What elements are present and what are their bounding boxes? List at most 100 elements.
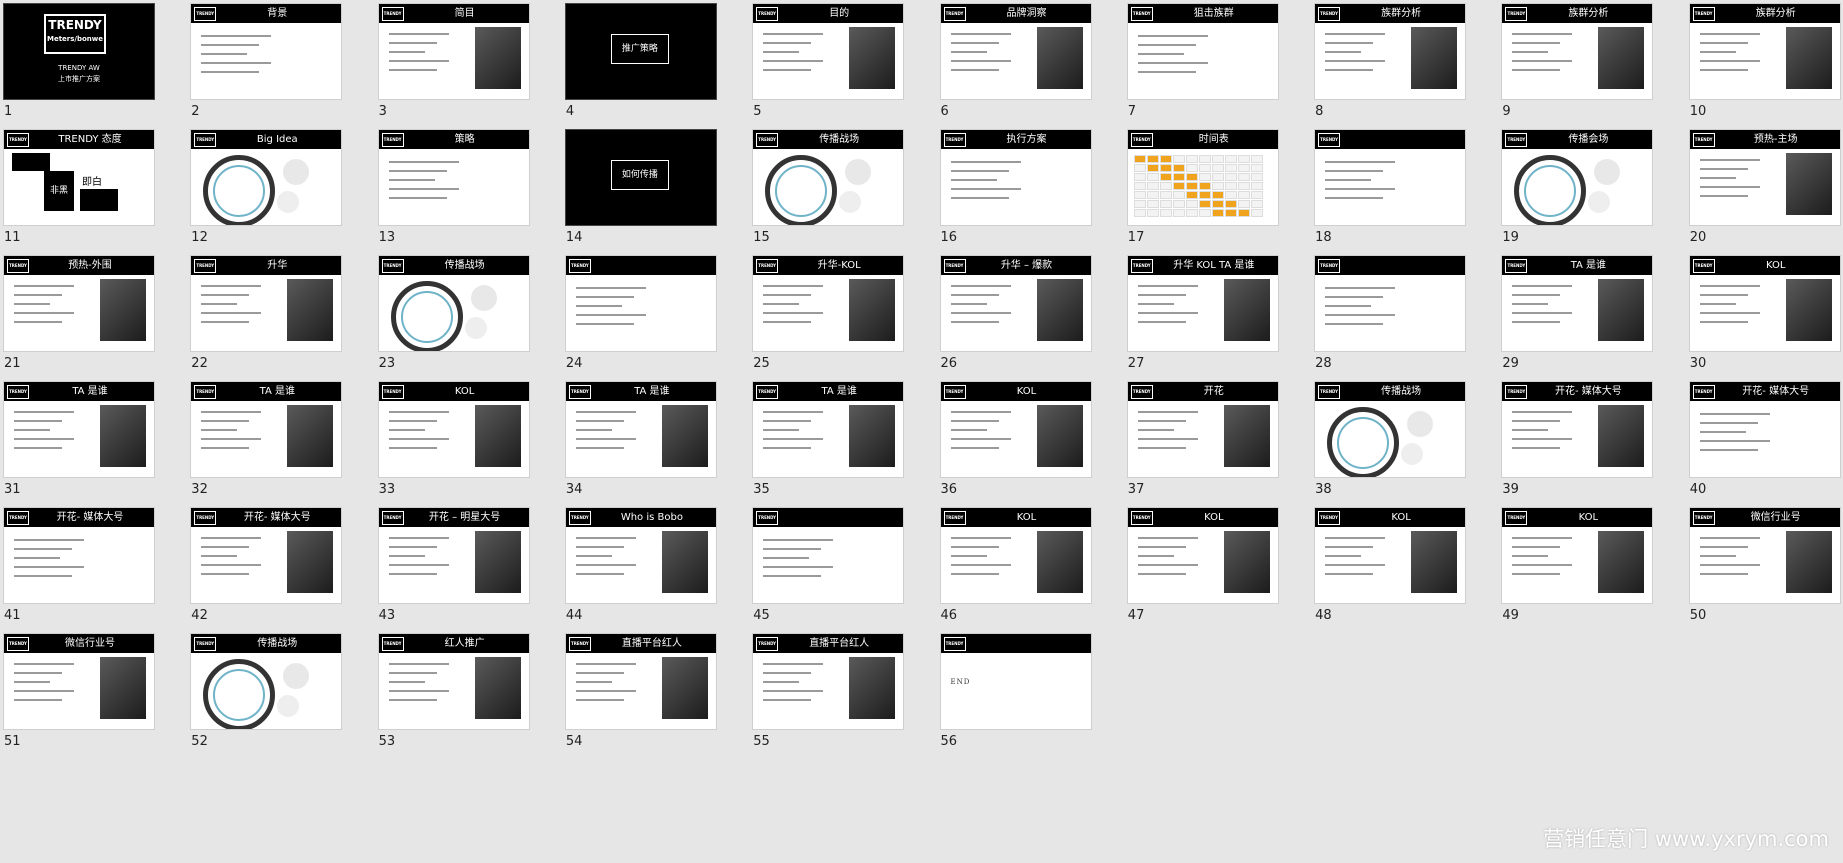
slide-thumbnail-cell: TRENDY 红人推广 53 xyxy=(375,630,562,778)
text-line xyxy=(1137,537,1198,539)
text-line xyxy=(1137,546,1186,548)
slide-thumbnail[interactable]: TRENDY TA 是谁 xyxy=(1502,256,1653,351)
text-line xyxy=(950,411,1011,413)
text-line xyxy=(1699,195,1748,197)
slide-thumbnail[interactable]: TRENDY xyxy=(565,256,716,351)
slide-thumbnail[interactable]: TRENDY 传播战场 xyxy=(378,256,529,351)
slide-thumbnail[interactable]: TRENDY 升华 KOL TA 是谁 xyxy=(1127,256,1278,351)
slide-thumbnail[interactable]: TRENDY KOL xyxy=(940,508,1091,603)
slide-thumbnail[interactable]: TRENDY KOL xyxy=(1689,256,1840,351)
slide-thumbnail[interactable]: TRENDY 开花 – 明星大号 xyxy=(378,508,529,603)
photo-placeholder xyxy=(287,531,334,593)
text-line xyxy=(388,33,449,35)
slide-title: 预热-主场 xyxy=(1753,134,1798,145)
slide-thumbnail[interactable]: 如何传播 xyxy=(565,130,716,225)
slide-thumbnail[interactable]: TRENDY 直播平台红人 xyxy=(753,634,904,729)
slide-thumbnail[interactable]: TRENDY 开花- 媒体大号 xyxy=(1502,382,1653,477)
schedule-cell xyxy=(1224,191,1237,199)
slide-thumbnail[interactable]: TRENDY xyxy=(753,508,904,603)
slide-thumbnail[interactable]: TRENDY Big Idea xyxy=(191,130,342,225)
slide-thumbnail[interactable]: TRENDY TA 是谁 xyxy=(191,382,342,477)
slide-thumbnail[interactable]: TRENDY 简目 xyxy=(378,4,529,99)
slide-thumbnail[interactable]: TRENDY KOL xyxy=(1315,508,1466,603)
slide-thumbnail[interactable]: TRENDY 传播战场 xyxy=(753,130,904,225)
trendy-logo: TRENDY xyxy=(1130,385,1153,399)
slide-thumbnail[interactable]: TRENDY 微信行业号 xyxy=(1689,508,1840,603)
text-line xyxy=(1137,53,1184,55)
slide-thumbnail[interactable]: TRENDY TA 是谁 xyxy=(753,382,904,477)
text-line xyxy=(201,71,260,73)
slide-thumbnail[interactable]: TRENDY 品牌洞察 xyxy=(940,4,1091,99)
slide-thumbnail[interactable]: TRENDY 执行方案 xyxy=(940,130,1091,225)
slide-body xyxy=(1690,401,1840,477)
text-line xyxy=(1512,33,1573,35)
text-line xyxy=(1699,440,1770,442)
schedule-cell xyxy=(1185,173,1198,181)
slide-thumbnail[interactable]: TRENDY Who is Bobo xyxy=(565,508,716,603)
photo-placeholder xyxy=(287,279,334,341)
schedule-cell xyxy=(1133,173,1146,181)
trendy-logo: TRENDY Meters/bonwe xyxy=(44,14,106,54)
schedule-cell xyxy=(1224,164,1237,172)
slide-thumbnail[interactable]: TRENDY 族群分析 xyxy=(1502,4,1653,99)
slide-number: 8 xyxy=(1315,104,1324,119)
slide-thumbnail[interactable]: TRENDY KOL xyxy=(378,382,529,477)
slide-thumbnail[interactable]: TRENDY 目的 xyxy=(753,4,904,99)
slide-thumbnail[interactable]: TRENDY TA 是谁 xyxy=(565,382,716,477)
photo-placeholder xyxy=(849,279,896,341)
text-line xyxy=(575,699,624,701)
text-line xyxy=(950,69,999,71)
text-line xyxy=(14,557,60,559)
slide-thumbnail[interactable]: TRENDY 背景 xyxy=(191,4,342,99)
slide-thumbnail[interactable]: TRENDY 开花- 媒体大号 xyxy=(4,508,154,603)
slide-thumbnail[interactable]: TRENDY 策略 xyxy=(378,130,529,225)
slide-thumbnail[interactable]: TRENDY 开花- 媒体大号 xyxy=(191,508,342,603)
slide-thumbnail[interactable]: TRENDY 开花 xyxy=(1127,382,1278,477)
text-line xyxy=(388,447,437,449)
schedule-cell xyxy=(1198,155,1211,163)
slide-thumbnail[interactable]: TRENDY 传播会场 xyxy=(1502,130,1653,225)
text-line xyxy=(950,294,999,296)
slide-thumbnail[interactable]: TRENDY TRENDY 态度 非黑 即白 xyxy=(4,130,154,225)
text-line xyxy=(1137,285,1198,287)
slide-thumbnail[interactable]: TRENDY 升华-KOL xyxy=(753,256,904,351)
slide-thumbnail[interactable]: TRENDY KOL xyxy=(940,382,1091,477)
slide-header: TRENDY 升华 KOL TA 是谁 xyxy=(1127,256,1278,275)
slide-thumbnail[interactable]: TRENDY 开花- 媒体大号 xyxy=(1689,382,1840,477)
text-line xyxy=(1325,42,1374,44)
slide-thumbnail[interactable]: TRENDY KOL xyxy=(1502,508,1653,603)
slide-body xyxy=(191,401,341,477)
slide-thumbnail[interactable]: TRENDY 预热-外围 xyxy=(4,256,154,351)
slide-thumbnail[interactable]: TRENDY xyxy=(1315,256,1466,351)
slide-thumbnail[interactable]: TRENDY 族群分析 xyxy=(1315,4,1466,99)
slide-header: TRENDY 品牌洞察 xyxy=(940,4,1091,23)
text-line xyxy=(14,672,62,674)
slide-number: 9 xyxy=(1502,104,1511,119)
slide-thumbnail[interactable]: 推广策略 xyxy=(565,4,716,99)
schedule-cell xyxy=(1250,164,1263,172)
slide-thumbnail[interactable]: TRENDY TA 是谁 xyxy=(4,382,154,477)
slide-thumbnail[interactable]: TRENDY KOL xyxy=(1127,508,1278,603)
text-line xyxy=(388,690,449,692)
slide-number: 52 xyxy=(191,734,208,749)
slide-thumbnail[interactable]: TRENDY 狙击族群 xyxy=(1127,4,1278,99)
slide-thumbnail[interactable]: TRENDY 微信行业号 xyxy=(4,634,154,729)
slide-thumbnail[interactable]: TRENDY 族群分析 xyxy=(1689,4,1840,99)
slide-thumbnail[interactable]: TRENDY 传播战场 xyxy=(191,634,342,729)
text-line xyxy=(1325,546,1374,548)
slide-thumbnail[interactable]: TRENDY 传播战场 xyxy=(1315,382,1466,477)
slide-thumbnail[interactable]: TRENDY 升华 xyxy=(191,256,342,351)
slide-thumbnail[interactable]: TRENDY END xyxy=(940,634,1091,729)
slide-thumbnail[interactable]: TRENDY 直播平台红人 xyxy=(565,634,716,729)
slide-body xyxy=(566,527,716,603)
schedule-cell xyxy=(1172,155,1185,163)
slide-thumbnail[interactable]: TRENDY 时间表 xyxy=(1127,130,1278,225)
slide-thumbnail[interactable]: TRENDY 红人推广 xyxy=(378,634,529,729)
slide-thumbnail[interactable]: TRENDY 预热-主场 xyxy=(1689,130,1840,225)
slide-thumbnail[interactable]: TRENDY Meters/bonwe TRENDY AW 上市推广方案 xyxy=(4,4,154,99)
text-line xyxy=(388,429,425,431)
slide-number: 14 xyxy=(565,230,583,245)
slide-thumbnail[interactable]: TRENDY xyxy=(1315,130,1466,225)
trendy-logo: TRENDY xyxy=(1130,511,1153,525)
slide-thumbnail[interactable]: TRENDY 升华 – 爆款 xyxy=(940,256,1091,351)
